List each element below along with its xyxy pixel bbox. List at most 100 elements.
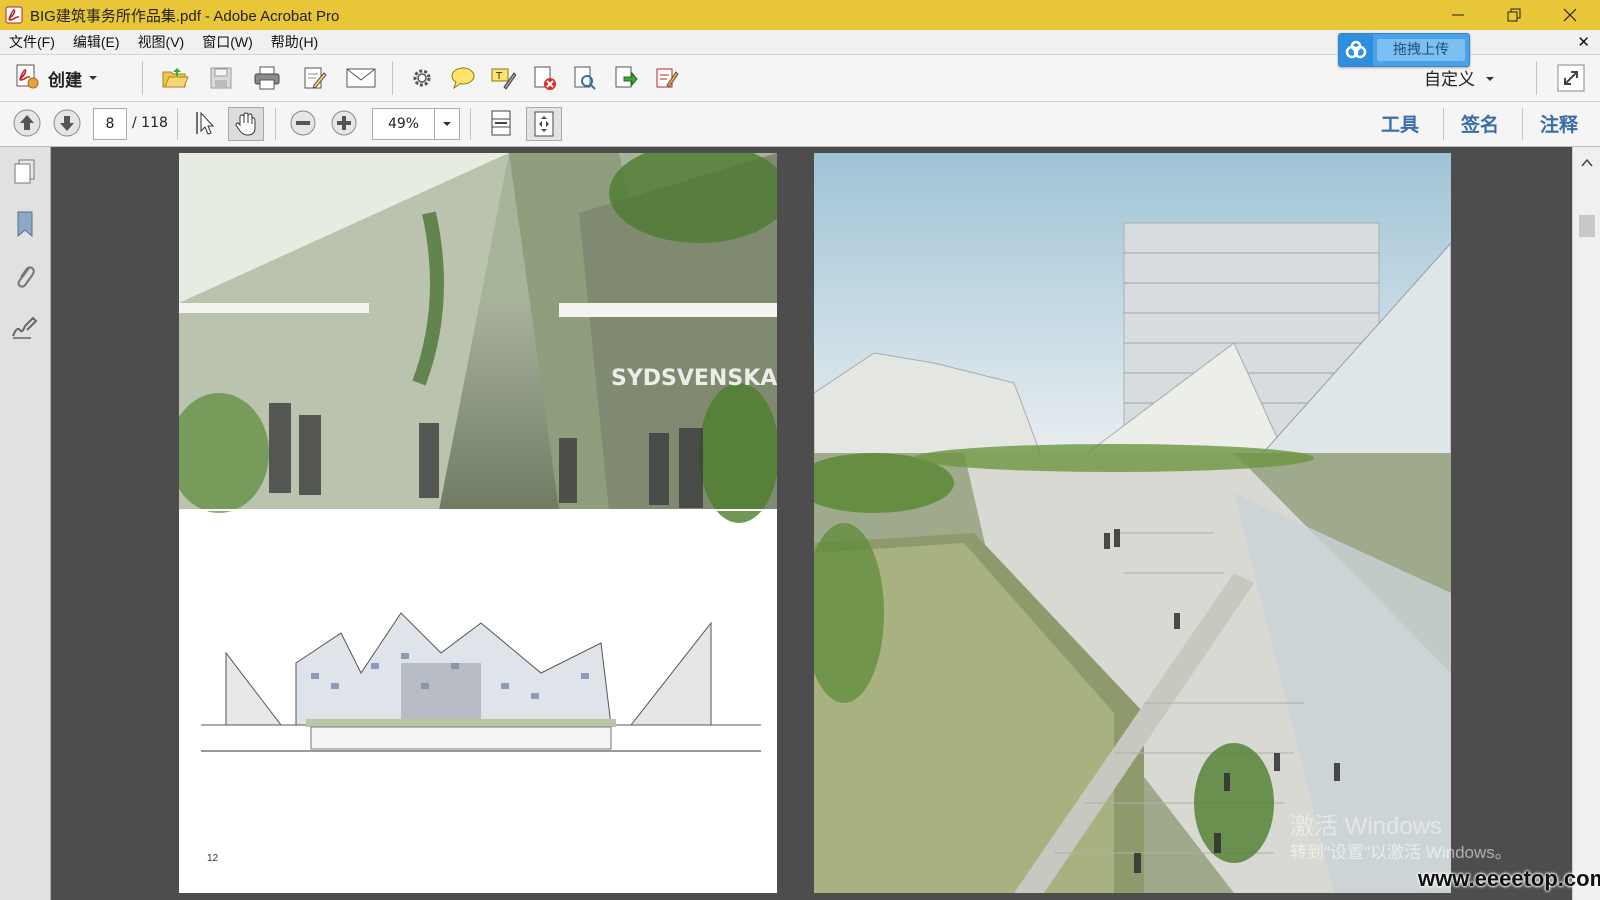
title-bar: BIG建筑事务所作品集.pdf - Adobe Acrobat Pro	[0, 0, 1600, 30]
arrow-up-icon	[13, 109, 41, 137]
scroll-up-icon[interactable]	[1573, 153, 1600, 173]
zoom-out-button[interactable]	[286, 107, 320, 139]
chevron-down-icon[interactable]	[434, 109, 459, 139]
fit-width-button[interactable]	[484, 107, 518, 139]
zoom-value: 49%	[387, 116, 420, 132]
settings-button[interactable]	[405, 62, 439, 94]
print-icon	[254, 66, 280, 90]
page-number-label: 12	[207, 853, 219, 864]
comment-button[interactable]	[446, 62, 480, 94]
drag-upload-button[interactable]: 拖拽上传	[1338, 33, 1470, 67]
document-view[interactable]: SYDSVENSKAN 12	[51, 147, 1572, 900]
menu-help[interactable]: 帮助(H)	[262, 32, 327, 52]
zoom-in-button[interactable]	[327, 107, 361, 139]
toolbar-separator	[142, 61, 143, 95]
select-tool-button[interactable]	[188, 107, 222, 139]
chevron-down-icon	[1485, 68, 1495, 88]
sign-edit-button[interactable]	[650, 62, 684, 94]
activate-windows-subtitle: 转到"设置"以激活 Windows。	[1290, 843, 1512, 862]
menu-file[interactable]: 文件(F)	[0, 32, 64, 52]
customize-dropdown[interactable]: 自定义	[1424, 65, 1495, 90]
export-button[interactable]	[609, 62, 643, 94]
fullscreen-button[interactable]	[1554, 62, 1588, 94]
toolbar-separator	[470, 108, 471, 140]
navigation-toolbar: 8 / 118 49% 工具 签名 注释	[0, 102, 1600, 147]
zoom-level-select[interactable]: 49%	[372, 108, 460, 140]
tab-sign[interactable]: 签名	[1461, 110, 1499, 137]
expand-icon	[1557, 64, 1585, 92]
fit-page-button[interactable]	[526, 107, 562, 141]
text-cursor-icon	[196, 111, 215, 135]
highlight-button[interactable]: T	[486, 62, 520, 94]
save-icon	[210, 67, 232, 89]
menu-edit[interactable]: 编辑(E)	[64, 32, 129, 52]
folder-open-icon	[162, 68, 189, 88]
plus-icon	[331, 110, 357, 136]
acrobat-icon	[4, 5, 24, 25]
signature-icon	[12, 316, 38, 339]
vertical-scrollbar[interactable]	[1572, 147, 1600, 900]
hand-tool-button[interactable]	[228, 107, 264, 141]
scrollbar-thumb[interactable]	[1579, 215, 1595, 237]
email-button[interactable]	[344, 62, 378, 94]
svg-text:SYDSVENSKAN: SYDSVENSKAN	[611, 366, 777, 391]
menu-window[interactable]: 窗口(W)	[193, 32, 262, 52]
create-label: 创建	[48, 70, 82, 91]
customize-label: 自定义	[1424, 70, 1475, 90]
highlight-text-icon: T	[491, 68, 516, 90]
speech-bubble-icon	[451, 67, 475, 90]
compare-button[interactable]	[568, 62, 602, 94]
menu-view[interactable]: 视图(V)	[129, 32, 194, 52]
page-number-input[interactable]: 8	[93, 108, 127, 140]
redact-button[interactable]	[528, 62, 562, 94]
toolbar-separator	[1536, 61, 1537, 95]
bookmarks-button[interactable]	[11, 209, 39, 239]
signatures-button[interactable]	[11, 313, 39, 343]
attachments-button[interactable]	[11, 261, 39, 291]
toolbar-separator	[177, 108, 178, 140]
print-button[interactable]	[250, 62, 284, 94]
close-icon	[1563, 8, 1577, 22]
previous-page-button[interactable]	[10, 107, 44, 139]
pdf-page-left: SYDSVENSKAN 12	[179, 153, 777, 893]
open-button[interactable]	[158, 62, 192, 94]
edit-page-icon	[304, 67, 327, 89]
restore-button[interactable]	[1486, 0, 1542, 30]
atrium-render-image: SYDSVENSKAN	[179, 153, 777, 752]
fit-page-icon	[534, 111, 554, 137]
delete-page-icon	[534, 66, 556, 90]
courtyard-render-image	[814, 153, 1451, 893]
minimize-button[interactable]	[1430, 0, 1486, 30]
close-window-button[interactable]	[1542, 0, 1598, 30]
save-button[interactable]	[204, 62, 238, 94]
tab-comment[interactable]: 注释	[1540, 110, 1578, 137]
envelope-icon	[346, 68, 376, 88]
toolbar-separator	[275, 108, 276, 140]
activate-windows-title: 激活 Windows	[1290, 813, 1443, 840]
create-pdf-icon	[12, 62, 40, 94]
create-button[interactable]: 创建	[12, 63, 98, 93]
document-search-icon	[574, 66, 596, 90]
drag-upload-label: 拖拽上传	[1377, 39, 1465, 61]
cloud-icon	[1339, 34, 1373, 66]
page-thumbnails-button[interactable]	[11, 157, 39, 187]
svg-text:T: T	[495, 71, 503, 82]
edit-document-button[interactable]	[298, 62, 332, 94]
next-page-button[interactable]	[50, 107, 84, 139]
form-edit-icon	[656, 68, 679, 88]
pages-icon	[14, 159, 35, 184]
restore-icon	[1507, 8, 1521, 22]
hand-icon	[235, 112, 256, 136]
arrow-down-icon	[53, 109, 81, 137]
pdf-page-right	[814, 153, 1451, 893]
minus-icon	[290, 110, 316, 136]
close-document-icon[interactable]: ✕	[1577, 33, 1590, 51]
window-title: BIG建筑事务所作品集.pdf - Adobe Acrobat Pro	[30, 7, 340, 25]
paperclip-icon	[17, 266, 35, 288]
toolbar-separator	[1522, 108, 1523, 140]
bookmark-icon	[17, 211, 33, 238]
chevron-down-icon	[88, 71, 98, 86]
navigation-pane	[0, 147, 51, 900]
tab-tools[interactable]: 工具	[1381, 110, 1419, 137]
site-watermark: www.eeeetop.com	[1418, 866, 1600, 891]
